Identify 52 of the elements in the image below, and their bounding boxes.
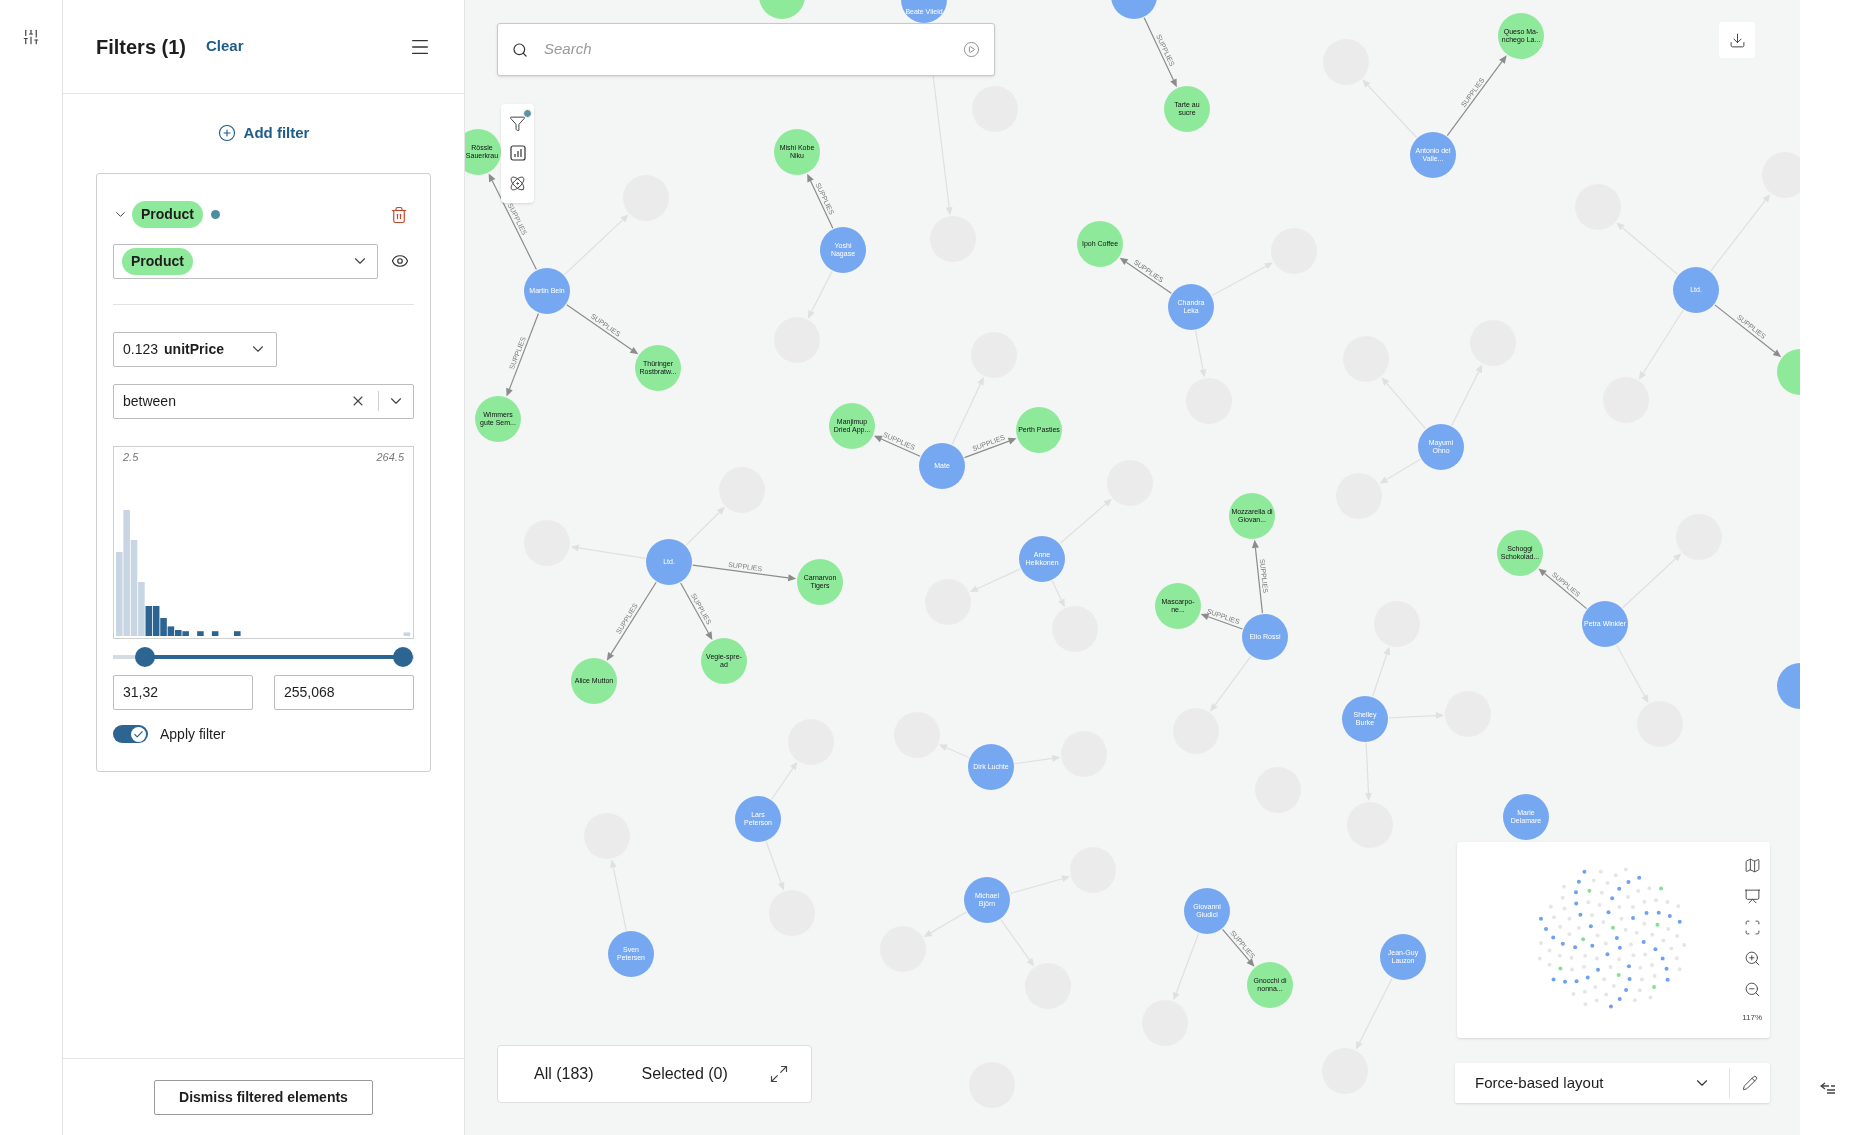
label-select[interactable]: Product (113, 243, 378, 279)
apply-toggle[interactable] (113, 725, 148, 743)
search-field[interactable]: Search (497, 23, 995, 76)
download-button[interactable] (1719, 22, 1755, 58)
faded-node[interactable] (1762, 152, 1800, 198)
zoom-level: 117% (1742, 1011, 1762, 1024)
map-icon[interactable] (1743, 856, 1761, 874)
max-label: 264.5 (376, 449, 404, 465)
property-select[interactable]: 0.123 unitPrice (113, 331, 277, 367)
slider-thumb[interactable] (134, 646, 155, 667)
collapse-panel-icon[interactable] (1820, 1081, 1836, 1095)
label-badge: Product (132, 201, 203, 228)
dismiss-button[interactable]: Dismiss filtered elements (154, 1079, 373, 1115)
chart-icon[interactable] (509, 145, 526, 162)
histogram-bar (234, 630, 241, 636)
selected-tab[interactable]: Selected (0) (641, 1062, 728, 1086)
operator-select[interactable]: between (113, 383, 414, 419)
min-label: 2.5 (123, 449, 139, 465)
min-input[interactable]: 31,32 (113, 674, 253, 710)
zoom-in-icon[interactable] (1743, 949, 1761, 967)
operator-value: between (123, 391, 176, 411)
all-tab[interactable]: All (183) (534, 1062, 594, 1086)
play-icon[interactable] (963, 41, 980, 58)
max-input[interactable]: 255,068 (274, 674, 414, 710)
search-icon (512, 41, 528, 58)
download-icon (1728, 31, 1746, 49)
add-filter-button[interactable]: Add filter (217, 122, 310, 145)
sliders-icon[interactable] (22, 28, 40, 46)
clear-link[interactable]: Clear (206, 35, 244, 58)
histogram-bar (211, 630, 219, 636)
filter-icon[interactable] (509, 114, 526, 132)
search-input[interactable]: Search (544, 38, 963, 61)
expand-icon[interactable] (769, 1064, 789, 1084)
type-label: 0.123 (123, 339, 159, 359)
pencil-icon[interactable] (1742, 1075, 1758, 1091)
label-badge: Product (122, 247, 193, 275)
histogram-bar (403, 631, 411, 636)
toggle-label: Apply filter (160, 724, 226, 744)
plus-circle-icon (217, 124, 236, 143)
check-icon (133, 728, 144, 740)
eye-icon[interactable] (391, 252, 409, 270)
property-label: unitPrice (164, 339, 224, 359)
fit-icon[interactable] (1743, 918, 1761, 936)
panel-title: Filters (1) (96, 34, 187, 60)
layout-select[interactable]: Force-based layout (1455, 1063, 1770, 1103)
histogram-bar (197, 630, 204, 636)
presentation-icon[interactable] (1743, 887, 1761, 905)
slider-thumb[interactable] (393, 646, 414, 667)
layout-value: Force-based layout (1475, 1072, 1604, 1093)
trash-icon[interactable] (390, 205, 408, 224)
atom-icon[interactable] (509, 175, 526, 193)
zoom-out-icon[interactable] (1743, 980, 1761, 998)
